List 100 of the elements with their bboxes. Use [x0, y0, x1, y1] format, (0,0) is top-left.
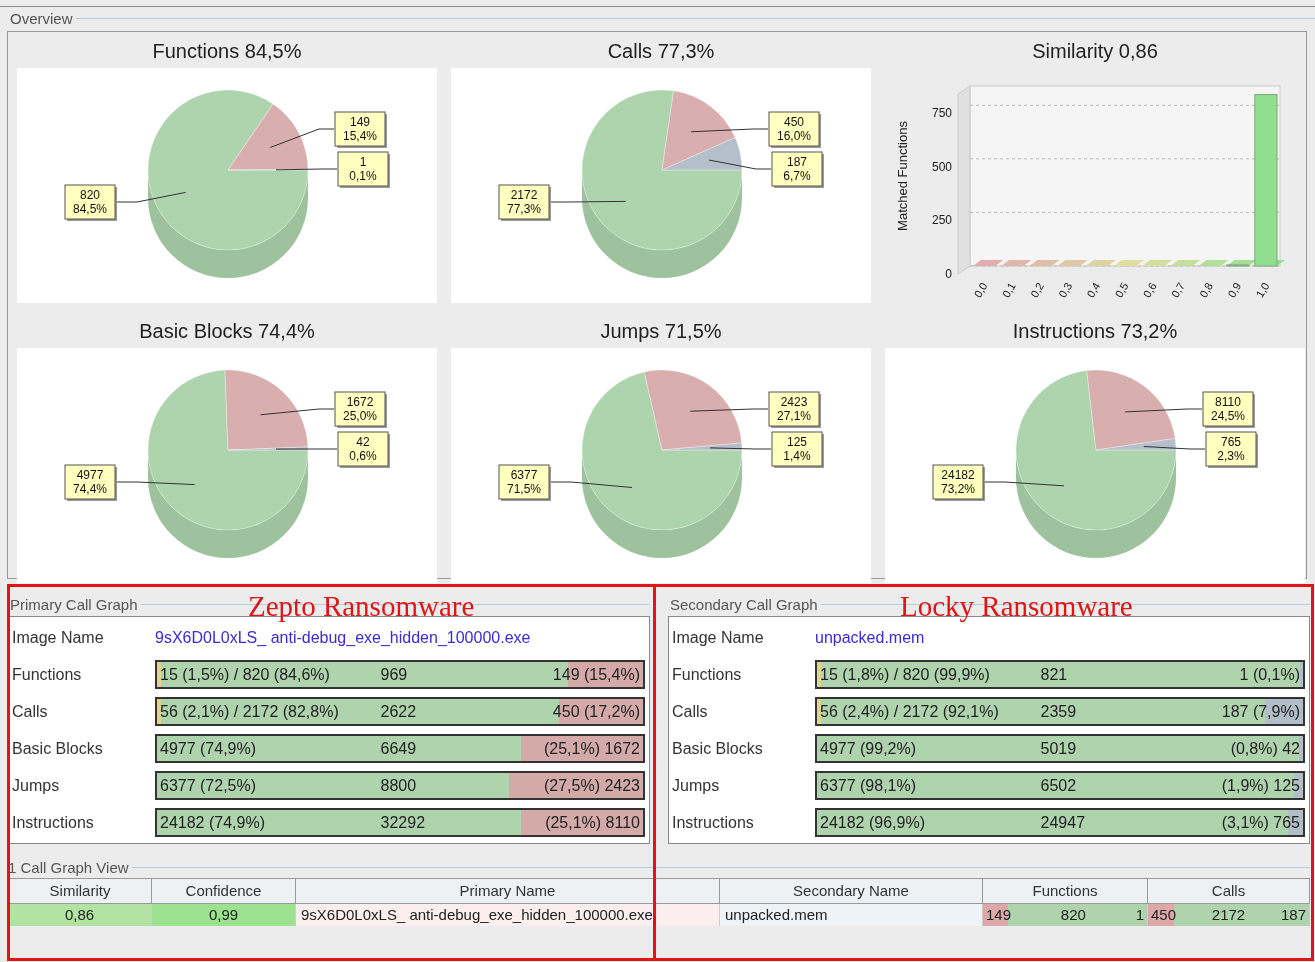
slice-label: 6377 71,5%: [498, 464, 551, 501]
data-label: 450 16,0%: [776, 115, 812, 143]
bar-value: 24182 (74,9%): [160, 813, 265, 832]
slice-label: 820 84,5%: [64, 184, 117, 221]
slice-label: 1 0,1%: [337, 151, 390, 188]
category-label: 0,8: [1197, 280, 1216, 300]
image-name: 9sX6D0L0xLS_ anti-debug_exe_hidden_100000.exe: [155, 628, 531, 647]
bar-value: 2359: [1040, 702, 1077, 721]
bar-value: (0,8%) 42: [1230, 739, 1300, 758]
category-label: 0,7: [1168, 280, 1187, 300]
tick-label: 0: [945, 267, 952, 281]
slice-label: 4977 74,4%: [64, 464, 117, 501]
category-label: 0,1: [999, 280, 1018, 300]
annotation-text: Locky Ransomware: [900, 590, 1133, 623]
slice-label: 1672 25,0%: [334, 391, 387, 428]
data-label: 24182 73,2%: [940, 468, 976, 496]
bar-value: 56 (2,4%) / 2172 (92,1%): [820, 702, 999, 721]
category-label: 0,9: [1225, 280, 1244, 300]
data-label: 8110 24,5%: [1210, 395, 1246, 423]
chart-title: Basic Blocks 74,4%: [138, 319, 316, 344]
data-label: 2423 27,1%: [776, 395, 812, 423]
tick-label: 500: [931, 159, 952, 174]
bar-value: 2622: [380, 702, 417, 721]
cell-value: 450: [1151, 905, 1177, 925]
category-label: 0,5: [1112, 280, 1131, 300]
tick-label: 250: [931, 213, 952, 228]
bar-value: 56 (2,1%) / 2172 (82,8%): [160, 702, 339, 721]
bar-value: 1 (0,1%): [1239, 665, 1300, 684]
row-label: Functions: [12, 665, 83, 684]
bar-value: 4977 (99,2%): [820, 739, 917, 758]
slice-label: 765 2,3%: [1205, 431, 1258, 468]
row-label: Calls: [12, 702, 49, 721]
row-label: Image Name: [672, 628, 765, 647]
image-name: unpacked.mem: [815, 628, 925, 647]
category-label: 1,0: [1253, 280, 1272, 300]
bar-value: 6377 (98,1%): [820, 776, 917, 795]
data-label: 187 6,7%: [783, 155, 811, 183]
bar-value: 32292: [380, 813, 426, 832]
annotation-text: Zepto Ransomware: [248, 590, 475, 623]
category-label: 0,2: [1027, 280, 1046, 300]
bar-value: 6502: [1040, 776, 1077, 795]
slice-label: 450 16,0%: [768, 111, 821, 148]
bar-value: 187 (7,9%): [1221, 702, 1300, 721]
bar-value: 450 (17,2%): [552, 702, 640, 721]
data-label: 2172 77,3%: [506, 188, 542, 216]
section-title: Primary Call Graph: [10, 595, 138, 613]
row-label: Jumps: [12, 776, 61, 795]
bar-value: 24947: [1040, 813, 1086, 832]
slice-label: 24182 73,2%: [932, 464, 985, 501]
bar-value: 4977 (74,9%): [160, 739, 257, 758]
bar-value: (3,1%) 765: [1221, 813, 1300, 832]
chart-title: Functions 84,5%: [151, 39, 303, 64]
table-cell: 0,86: [8, 904, 152, 926]
bar-value: 6377 (72,5%): [160, 776, 257, 795]
bar-value: 821: [1040, 665, 1068, 684]
bar-value: 15 (1,8%) / 820 (99,9%): [820, 665, 990, 684]
category-label: 0,6: [1140, 280, 1159, 300]
category-label: 0,4: [1084, 280, 1103, 300]
row-label: Functions: [672, 665, 743, 684]
table-cell: 0,99: [152, 904, 296, 926]
slice-label: 2172 77,3%: [498, 184, 551, 221]
section-title: Overview: [10, 9, 73, 27]
data-label: 4977 74,4%: [72, 468, 108, 496]
chart-title: Instructions 73,2%: [1011, 319, 1179, 344]
data-label: 125 1,4%: [783, 435, 811, 463]
slice-label: 125 1,4%: [771, 431, 824, 468]
chart-title: Calls 77,3%: [606, 39, 716, 64]
cell-value: 2172: [1211, 905, 1246, 925]
category-label: 0,0: [971, 280, 990, 300]
slice-label: 42 0,6%: [337, 431, 390, 468]
tick-label: 750: [931, 106, 952, 121]
bar-value: 149 (15,4%): [552, 665, 640, 684]
data-label: 820 84,5%: [72, 188, 108, 216]
row-label: Calls: [672, 702, 709, 721]
row-label: Instructions: [12, 813, 95, 832]
row-label: Jumps: [672, 776, 721, 795]
chart-title: Similarity 0,86: [1031, 39, 1159, 64]
bar-value: 5019: [1040, 739, 1077, 758]
row-label: Image Name: [12, 628, 105, 647]
bar-value: 15 (1,5%) / 820 (84,6%): [160, 665, 330, 684]
chart-title: Jumps 71,5%: [599, 319, 723, 344]
row-label: Instructions: [672, 813, 755, 832]
section-title: Secondary Call Graph: [670, 595, 818, 613]
row-label: Basic Blocks: [12, 739, 104, 758]
bar-value: 969: [380, 665, 408, 684]
cell-value: 820: [1060, 905, 1086, 925]
table-cell: 9sX6D0L0xLS_ anti-debug_exe_hidden_100000.exe: [296, 904, 720, 926]
row-label: Basic Blocks: [672, 739, 764, 758]
data-label: 6377 71,5%: [506, 468, 542, 496]
bar-value: 24182 (96,9%): [820, 813, 925, 832]
bar-value: (25,1%) 1672: [543, 739, 640, 758]
bar-value: (25,1%) 8110: [545, 813, 640, 832]
data-label: 149 15,4%: [342, 115, 378, 143]
axis-label: Matched Functions: [895, 121, 910, 231]
bar-value: (1,9%) 125: [1221, 776, 1300, 795]
slice-label: 149 15,4%: [334, 111, 387, 148]
cell-value: 149: [986, 905, 1012, 925]
data-label: 765 2,3%: [1217, 435, 1245, 463]
data-label: 1672 25,0%: [342, 395, 378, 423]
bar-value: (27,5%) 2423: [543, 776, 640, 795]
